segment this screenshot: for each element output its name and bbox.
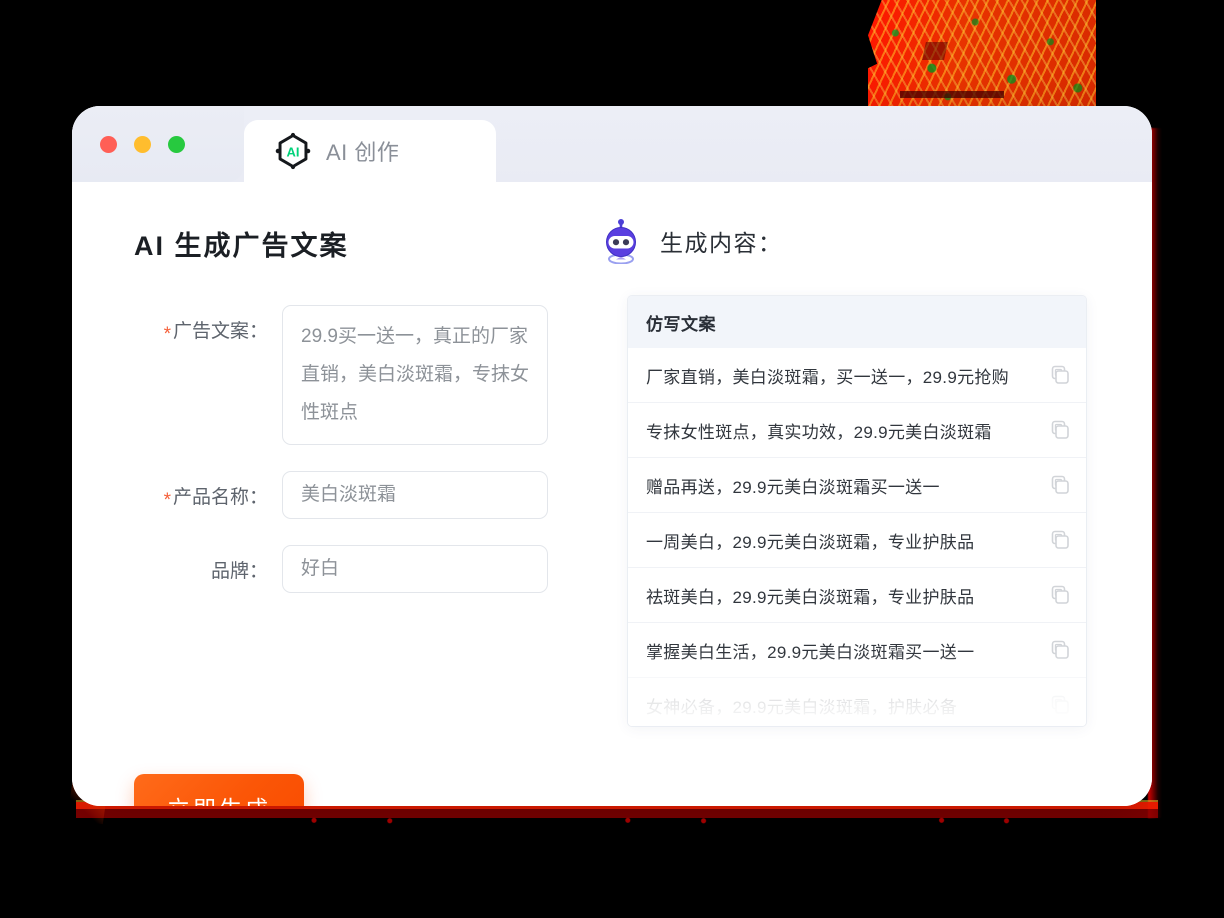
table-row[interactable]: 2 专抹女性斑点，真实功效，29.9元美白淡斑霜 [628,403,1086,458]
label-brand-text: 品牌： [210,561,268,582]
app-window: AI AI 创作 AI 生成广告文案 * 广告文案： 29.9买一送一，真正的厂家… [72,106,1152,806]
deco-dark-bar [900,91,1004,98]
copy-icon[interactable] [1050,695,1070,715]
close-window-button[interactable] [100,136,117,153]
window-titlebar: AI AI 创作 [72,106,1152,182]
required-asterisk: * [163,324,171,345]
minimize-window-button[interactable] [134,136,151,153]
results-panel: 生成内容： 仿写文案 1 厂家直销，美白淡斑霜，买一送一，29.9元抢购 [592,182,1152,806]
tab-ai-creation[interactable]: AI AI 创作 [244,120,496,182]
ai-logo-icon: AI [274,132,312,170]
row-text: 厂家直销，美白淡斑霜，买一送一，29.9元抢购 [646,367,1009,387]
copy-icon[interactable] [1050,365,1070,385]
table-row[interactable]: 6 掌握美白生活，29.9元美白淡斑霜买一送一 [628,623,1086,678]
deco-dark-square [922,42,948,60]
table-row[interactable]: 4 一周美白，29.9元美白淡斑霜，专业护肤品 [628,513,1086,568]
generate-button[interactable]: 立即生成 [134,774,304,806]
svg-text:AI: AI [287,145,300,160]
table-row[interactable]: 1 厂家直销，美白淡斑霜，买一送一，29.9元抢购 [628,348,1086,403]
form-row-product-name: * 产品名称： 美白淡斑霜 [134,471,592,519]
results-table-card: 仿写文案 1 厂家直销，美白淡斑霜，买一送一，29.9元抢购 2 专抹女性斑 [628,296,1086,726]
row-text: 赠品再送，29.9元美白淡斑霜买一送一 [646,477,940,497]
tab-label: AI 创作 [326,140,400,165]
row-text: 专抹女性斑点，真实功效，29.9元美白淡斑霜 [646,422,992,442]
label-ad-copy-text: 广告文案： [172,321,268,342]
traffic-light-controls [100,136,185,153]
table-row[interactable]: 5 祛斑美白，29.9元美白淡斑霜，专业护肤品 [628,568,1086,623]
copy-icon[interactable] [1050,640,1070,660]
row-text: 一周美白，29.9元美白淡斑霜，专业护肤品 [646,532,975,552]
form-row-brand: 品牌： 好白 [134,545,592,593]
row-text: 女神必备，29.9元美白淡斑霜，护肤必备 [646,697,958,717]
table-row[interactable]: 7 女神必备，29.9元美白淡斑霜，护肤必备 [628,678,1086,726]
copy-icon[interactable] [1050,475,1070,495]
label-brand: 品牌： [134,545,282,593]
form-row-ad-copy: * 广告文案： 29.9买一送一，真正的厂家直销，美白淡斑霜，专抹女性斑点 [134,305,592,445]
robot-icon [600,218,642,265]
copy-icon[interactable] [1050,585,1070,605]
row-text: 掌握美白生活，29.9元美白淡斑霜买一送一 [646,642,975,662]
table-column-header: 仿写文案 [628,296,1086,348]
ad-copy-textarea[interactable]: 29.9买一送一，真正的厂家直销，美白淡斑霜，专抹女性斑点 [282,305,548,445]
label-product-name-text: 产品名称： [172,487,268,508]
required-asterisk: * [163,490,171,511]
page-title: AI 生成广告文案 [134,231,349,261]
results-header: 生成内容： [600,218,1106,265]
product-name-input[interactable]: 美白淡斑霜 [282,471,548,519]
row-text: 祛斑美白，29.9元美白淡斑霜，专业护肤品 [646,587,975,607]
copy-icon[interactable] [1050,530,1070,550]
form-panel: AI 生成广告文案 * 广告文案： 29.9买一送一，真正的厂家直销，美白淡斑霜，… [72,182,592,806]
copy-icon[interactable] [1050,420,1070,440]
label-ad-copy: * 广告文案： [134,305,282,445]
results-title: 生成内容： [660,230,783,256]
brand-input[interactable]: 好白 [282,545,548,593]
table-row[interactable]: 3 赠品再送，29.9元美白淡斑霜买一送一 [628,458,1086,513]
window-content: AI 生成广告文案 * 广告文案： 29.9买一送一，真正的厂家直销，美白淡斑霜，… [72,182,1152,806]
maximize-window-button[interactable] [168,136,185,153]
label-product-name: * 产品名称： [134,471,282,519]
